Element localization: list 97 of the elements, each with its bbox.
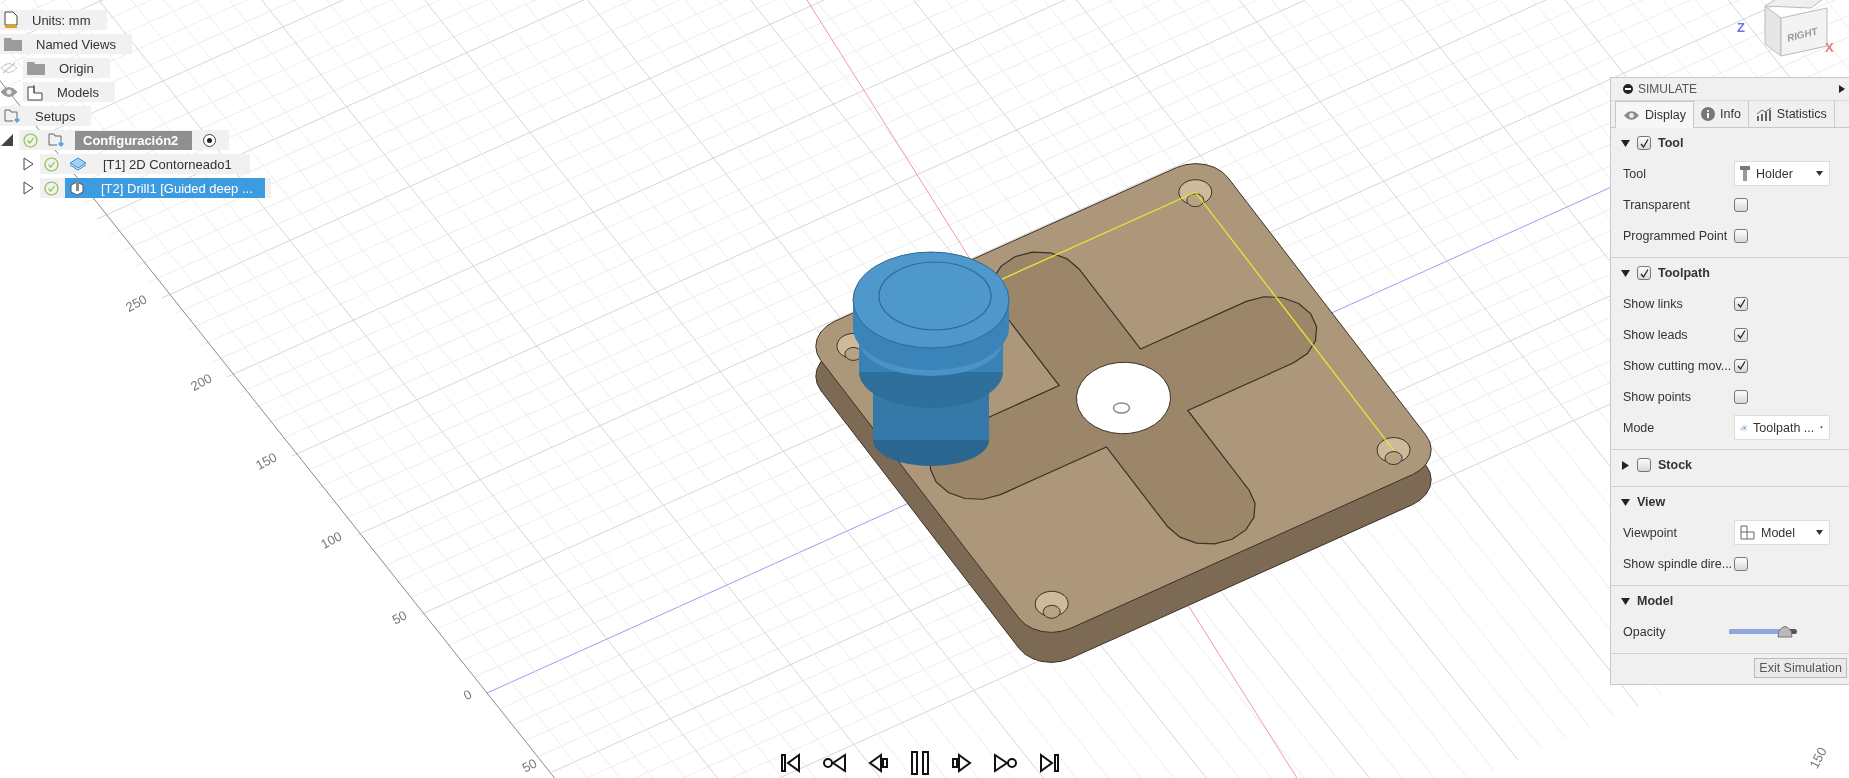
section-toggle-icon[interactable] — [1621, 268, 1630, 278]
tree-item[interactable]: Models — [23, 82, 115, 102]
bodies-icon — [27, 83, 43, 101]
step-back-icon[interactable] — [868, 753, 890, 773]
section-toggle-icon[interactable] — [1621, 497, 1630, 507]
document-ruler-icon — [4, 11, 18, 29]
axis-tick-label: 150 — [253, 449, 280, 473]
tree-item-label: Setups — [34, 107, 77, 125]
axis-tick-label: 50 — [389, 607, 410, 628]
checkbox[interactable] — [1734, 358, 1748, 373]
skip-to-end-icon[interactable] — [1038, 753, 1060, 773]
dropdown[interactable]: Toolpath ... — [1734, 415, 1830, 440]
section-title: Tool — [1658, 136, 1684, 150]
visibility-eye-icon[interactable] — [0, 86, 18, 98]
dropdown[interactable]: Model — [1734, 520, 1830, 545]
checkbox[interactable] — [1637, 458, 1651, 472]
eye-icon — [1623, 109, 1640, 121]
tree-item-label: [T1] 2D Contorneado1 — [102, 155, 233, 173]
tree-item-label: Named Views — [35, 35, 117, 53]
option-label: Show links — [1623, 296, 1684, 311]
axis-tick-label: 250 — [123, 291, 150, 315]
panel-tab[interactable]: Statistics — [1748, 101, 1835, 127]
tree-item[interactable]: Units: mm — [0, 10, 107, 30]
option-label: Transparent — [1623, 197, 1691, 212]
section-toggle-icon[interactable] — [1621, 596, 1630, 606]
expander-icon[interactable] — [21, 157, 35, 171]
status-check-icon — [44, 180, 59, 196]
option-label: Viewpoint — [1623, 525, 1678, 540]
status-check-icon — [23, 132, 38, 148]
contour-icon — [69, 157, 87, 171]
option-label: Show spindle dire... — [1623, 556, 1734, 571]
option-label: Show points — [1623, 389, 1693, 404]
tree-item-label: Origin — [58, 59, 95, 77]
caret-icon — [1816, 530, 1823, 535]
option-label: Show cutting mov... — [1623, 358, 1733, 373]
panel-title: SIMULATE — [1638, 82, 1699, 96]
axis-tick-label: 50 — [519, 755, 540, 776]
expand-arrow-icon[interactable] — [1839, 85, 1845, 93]
section-title: Toolpath — [1658, 266, 1710, 280]
expander-icon[interactable] — [0, 133, 14, 147]
info-icon — [1701, 107, 1715, 121]
step-forward-icon[interactable] — [950, 753, 972, 773]
tree-item[interactable]: Named Views — [0, 34, 132, 54]
setup-folder-icon — [4, 108, 21, 124]
setup-folder-icon — [48, 132, 65, 148]
tree-item[interactable]: Origin — [23, 58, 110, 78]
axis-tick-label: 200 — [188, 370, 215, 394]
skip-to-start-icon[interactable] — [780, 753, 802, 773]
dropdown[interactable]: Holder — [1734, 161, 1830, 186]
checkbox[interactable] — [1734, 296, 1748, 311]
axis-letter: Z — [1737, 20, 1745, 35]
axis-tick-label: 150 — [1806, 744, 1830, 771]
checkbox[interactable] — [1734, 389, 1748, 404]
tree-item[interactable]: Setups — [0, 106, 92, 126]
folder-icon — [4, 37, 22, 51]
option-label: Tool — [1623, 166, 1647, 181]
previous-operation-icon[interactable] — [822, 753, 848, 773]
caret-icon — [1816, 171, 1823, 176]
option-label: Opacity — [1623, 624, 1667, 639]
panel-tab[interactable]: Info — [1694, 101, 1749, 127]
next-operation-icon[interactable] — [992, 753, 1018, 773]
panel-tab[interactable]: Display — [1615, 101, 1694, 128]
drill-icon — [69, 180, 85, 196]
slider-thumb[interactable] — [1775, 623, 1794, 638]
axis-tick-label: 100 — [318, 528, 345, 552]
axis-letter: X — [1825, 40, 1834, 55]
pause-icon[interactable] — [910, 750, 930, 776]
status-check-icon — [44, 156, 59, 172]
opacity-slider[interactable] — [1729, 623, 1797, 640]
section-title: Model — [1637, 594, 1674, 608]
tree-item-label: [T2] Drill1 [Guided deep ... — [100, 179, 254, 197]
option-label: Programmed Point — [1623, 228, 1729, 243]
model-icon — [1740, 525, 1755, 540]
option-label: Mode — [1623, 420, 1656, 435]
checkbox[interactable] — [1734, 197, 1748, 212]
tool-holder-icon — [1740, 165, 1750, 182]
checkbox[interactable] — [1734, 228, 1748, 243]
section-toggle-icon[interactable] — [1621, 138, 1630, 148]
section-title: View — [1637, 495, 1666, 509]
section-toggle-icon[interactable] — [1621, 460, 1630, 470]
axis-tick-label: 0 — [461, 686, 475, 704]
activate-radio-icon[interactable] — [202, 132, 218, 148]
option-label: Show leads — [1623, 327, 1689, 342]
tree-item-label: Configuración2 — [75, 130, 193, 150]
checkbox[interactable] — [1734, 327, 1748, 342]
bar-chart-icon — [1755, 107, 1772, 121]
checkbox[interactable] — [1637, 136, 1651, 150]
caret-icon — [1820, 425, 1823, 430]
expander-icon[interactable] — [21, 181, 35, 195]
tree-item-label: Models — [56, 83, 100, 101]
tree-item-label: Units: mm — [31, 11, 92, 29]
checkbox[interactable] — [1734, 556, 1748, 571]
exit-simulation-button[interactable]: Exit Simulation — [1754, 658, 1847, 678]
checkbox[interactable] — [1637, 266, 1651, 280]
folder-icon — [27, 61, 45, 75]
collapse-icon[interactable] — [1623, 84, 1633, 94]
section-title: Stock — [1658, 458, 1693, 472]
